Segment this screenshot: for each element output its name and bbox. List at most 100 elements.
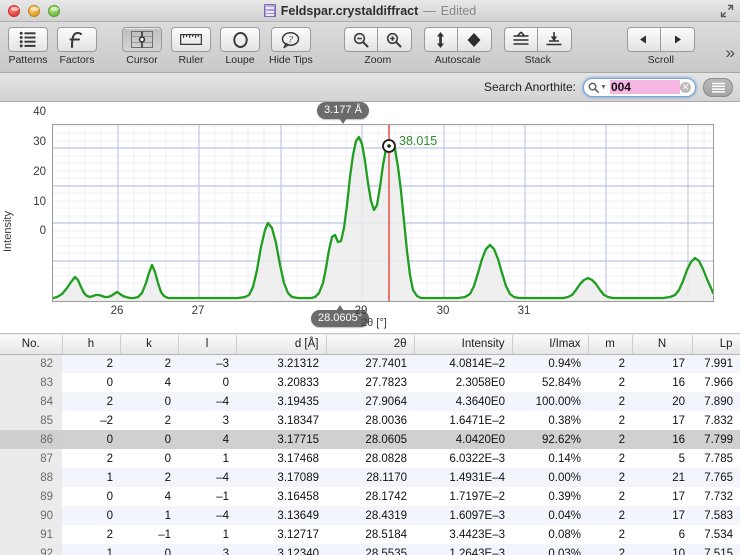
zoom-out-button[interactable] (344, 27, 378, 52)
toolbar-item-scroll[interactable]: Scroll (627, 22, 695, 66)
col-header-i-imax[interactable]: I/Imax (512, 335, 588, 354)
table-cell-lp: 7.534 (692, 525, 740, 544)
patterns-button[interactable] (8, 27, 48, 52)
table-cell-no: 89 (0, 487, 62, 506)
table-cell-m: 2 (588, 544, 632, 555)
table-cell-d: 3.17089 (236, 468, 326, 487)
table-cell-k: 2 (120, 354, 178, 373)
zoom-segmented-control[interactable] (344, 27, 412, 52)
table-row[interactable]: 830403.2083327.78232.3058E052.84%2167.96… (0, 373, 740, 392)
factors-button[interactable] (57, 27, 97, 52)
autoscale-segmented-control[interactable] (424, 27, 492, 52)
col-header-lp[interactable]: Lp (692, 335, 740, 354)
table-row[interactable]: 85–2233.1834728.00361.6471E–20.38%2177.8… (0, 411, 740, 430)
fullscreen-icon[interactable] (720, 4, 734, 18)
toolbar-item-patterns[interactable]: Patterns (8, 22, 48, 66)
table-cell-no: 88 (0, 468, 62, 487)
toolbar-item-factors[interactable]: Factors (57, 22, 97, 66)
minimize-button[interactable] (28, 5, 40, 17)
ruler-button[interactable] (171, 27, 211, 52)
toolbar-item-hide-tips[interactable]: ? Hide Tips (269, 22, 313, 66)
table-row[interactable]: 872013.1746828.08286.0322E–30.14%257.785 (0, 449, 740, 468)
loupe-button[interactable] (220, 27, 260, 52)
reflections-table[interactable]: No. h k l d [Å] 2θ Intensity I/Imax m N … (0, 335, 740, 555)
table-cell-n: 17 (632, 354, 692, 373)
close-button[interactable] (8, 5, 20, 17)
list-view-button[interactable] (703, 78, 733, 97)
table-cell-m: 2 (588, 468, 632, 487)
loupe-circle-icon (232, 31, 249, 49)
search-value[interactable]: 004 (610, 80, 680, 94)
diffraction-chart[interactable]: Intensity 0 10 20 30 40 (0, 102, 740, 334)
search-icon (588, 82, 599, 93)
scroll-left-button[interactable] (627, 27, 661, 52)
table-cell-k: 4 (120, 487, 178, 506)
col-header-no[interactable]: No. (0, 335, 62, 354)
window-controls (8, 5, 60, 17)
stack-collapse-button[interactable] (538, 27, 572, 52)
table-row[interactable]: 8812–43.1708928.11701.4931E–40.00%2217.7… (0, 468, 740, 487)
toolbar-item-ruler[interactable]: Ruler (171, 22, 211, 66)
toolbar-item-autoscale[interactable]: Autoscale (424, 22, 492, 66)
table-cell-n: 5 (632, 449, 692, 468)
chevron-down-icon[interactable]: ▼ (600, 84, 607, 91)
table-row[interactable]: 8222–33.2131227.74014.0814E–20.94%2177.9… (0, 354, 740, 373)
table-cell-l: 3 (178, 544, 236, 555)
table-row[interactable]: 9001–43.1364928.43191.6097E–30.04%2177.5… (0, 506, 740, 525)
scroll-right-button[interactable] (661, 27, 695, 52)
table-cell-: 28.4319 (326, 506, 414, 525)
table-cell-: 28.5535 (326, 544, 414, 555)
table-row[interactable]: 860043.1771528.06054.0420E092.62%2167.79… (0, 430, 740, 449)
table-cell-d: 3.20833 (236, 373, 326, 392)
table-cell-intensity: 2.3058E0 (414, 373, 512, 392)
autoscale-vertical-button[interactable] (424, 27, 458, 52)
col-header-h[interactable]: h (62, 335, 120, 354)
x-tick-29: 29 (355, 305, 368, 317)
scroll-segmented-control[interactable] (627, 27, 695, 52)
toolbar-item-zoom[interactable]: Zoom (344, 22, 412, 66)
table-cell-n: 20 (632, 392, 692, 411)
col-header-k[interactable]: k (120, 335, 178, 354)
clear-search-icon[interactable]: ✕ (680, 82, 691, 93)
table-row[interactable]: 8420–43.1943527.90644.3640E0100.00%2207.… (0, 392, 740, 411)
stack-spread-button[interactable] (504, 27, 538, 52)
col-header-intensity[interactable]: Intensity (414, 335, 512, 354)
col-header-l[interactable]: l (178, 335, 236, 354)
col-header-n[interactable]: N (632, 335, 692, 354)
patterns-label: Patterns (8, 54, 47, 66)
col-header-m[interactable]: m (588, 335, 632, 354)
table-cell-k: 4 (120, 373, 178, 392)
table-cell-no: 85 (0, 411, 62, 430)
stack-segmented-control[interactable] (504, 27, 572, 52)
table-cell-k: 0 (120, 392, 178, 411)
autoscale-both-button[interactable] (458, 27, 492, 52)
table-cell-intensity: 4.0420E0 (414, 430, 512, 449)
col-header-d[interactable]: d [Å] (236, 335, 326, 354)
table-cell-intensity: 4.3640E0 (414, 392, 512, 411)
table-cell-iimax: 0.38% (512, 411, 588, 430)
triangle-left-icon (638, 34, 649, 45)
toolbar-item-stack[interactable]: Stack (504, 22, 572, 66)
tooltip-question-icon: ? (281, 31, 300, 49)
table-cell-: 27.7823 (326, 373, 414, 392)
table-row[interactable]: 8904–13.1645828.17421.7197E–20.39%2177.7… (0, 487, 740, 506)
table-cell-m: 2 (588, 373, 632, 392)
x-tick-31: 31 (518, 305, 531, 317)
zoom-in-button[interactable] (378, 27, 412, 52)
toolbar-item-loupe[interactable]: Loupe (220, 22, 260, 66)
table-cell-intensity: 3.4423E–3 (414, 525, 512, 544)
hide-tips-button[interactable]: ? (271, 27, 311, 52)
table-row[interactable]: 921033.1234028.55351.2643E–30.03%2107.51… (0, 544, 740, 555)
table-row[interactable]: 912–113.1271728.51843.4423E–30.08%267.53… (0, 525, 740, 544)
zoom-button[interactable] (48, 5, 60, 17)
table-cell-l: 1 (178, 525, 236, 544)
cursor-button[interactable] (122, 27, 162, 52)
toolbar-item-cursor[interactable]: Cursor (122, 22, 162, 66)
table-cell-intensity: 1.2643E–3 (414, 544, 512, 555)
col-header-twotheta[interactable]: 2θ (326, 335, 414, 354)
search-input[interactable]: ▼ 004 ✕ (583, 78, 696, 97)
table-cell-k: 2 (120, 468, 178, 487)
table-cell-n: 17 (632, 506, 692, 525)
toolbar-overflow-button[interactable]: » (726, 44, 735, 61)
table-cell-l: 0 (178, 373, 236, 392)
